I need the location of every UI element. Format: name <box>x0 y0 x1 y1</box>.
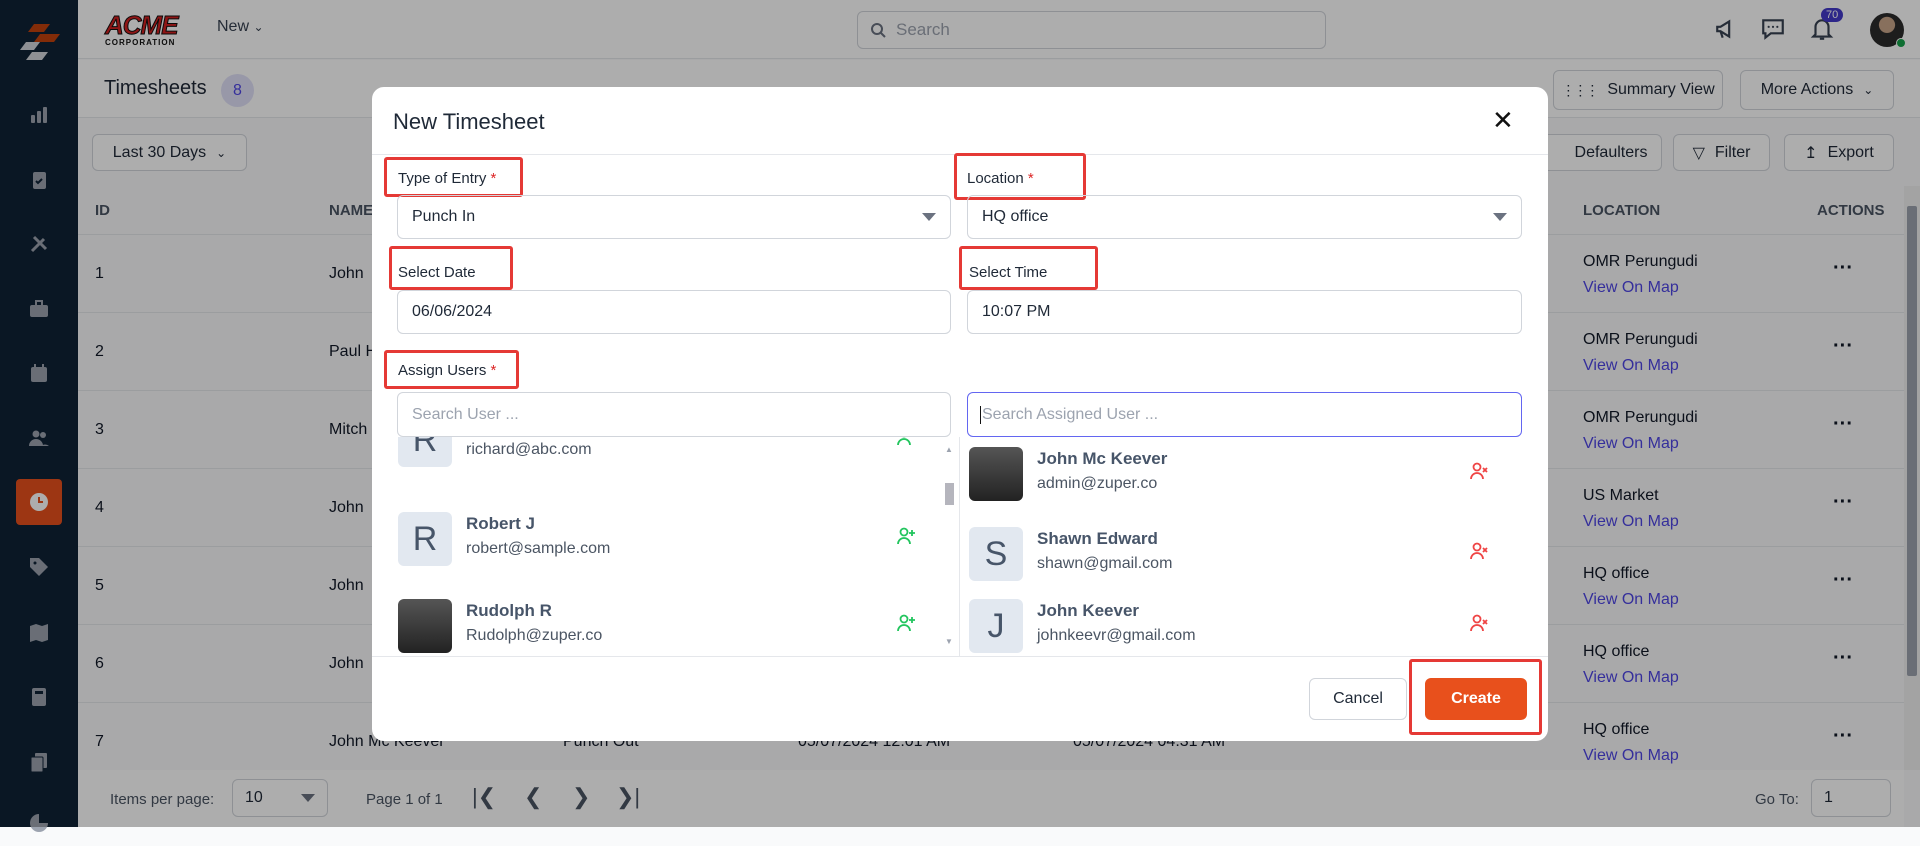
search-user-placeholder: Search User ... <box>412 405 519 423</box>
highlight-box <box>384 350 519 389</box>
text-cursor <box>980 405 981 424</box>
divider <box>372 656 1548 657</box>
time-input[interactable]: 10:07 PM <box>967 290 1522 334</box>
user-avatar: J <box>969 599 1023 653</box>
highlight-box <box>389 246 513 290</box>
highlight-box <box>954 153 1086 200</box>
search-assigned-user-input[interactable]: Search Assigned User ... <box>967 392 1522 437</box>
highlight-box <box>959 246 1098 290</box>
user-avatar <box>969 447 1023 501</box>
available-users-list: RRichard Mathewrichard@abc.comRRobert Jr… <box>398 437 958 656</box>
close-icon[interactable]: ✕ <box>1492 105 1514 136</box>
user-list-item: RRichard Mathewrichard@abc.com <box>398 437 958 473</box>
location-value: HQ office <box>982 208 1049 225</box>
user-name: Robert J <box>466 514 535 533</box>
remove-user-icon[interactable] <box>1469 461 1489 481</box>
user-email: shawn@gmail.com <box>1037 555 1173 572</box>
user-name: John Keever <box>1037 601 1140 620</box>
new-timesheet-dialog: New Timesheet ✕ Type of Entry * Punch In… <box>372 87 1548 741</box>
user-avatar: R <box>398 512 452 566</box>
user-avatar <box>398 599 452 653</box>
search-user-input[interactable]: Search User ... <box>397 392 951 437</box>
add-user-icon[interactable] <box>896 437 916 447</box>
user-list-item: John Mc Keever admin@zuper.co <box>969 447 1529 507</box>
user-email: johnkeevr@gmail.com <box>1037 627 1196 644</box>
user-email: Rudolph@zuper.co <box>466 627 603 644</box>
add-user-icon[interactable] <box>896 613 916 633</box>
search-assigned-placeholder: Search Assigned User ... <box>982 405 1159 423</box>
available-users-scrollbar[interactable]: ▲ ▼ <box>942 437 956 656</box>
add-user-icon[interactable] <box>896 526 916 546</box>
location-select[interactable]: HQ office <box>967 195 1522 239</box>
user-name: Rudolph R <box>466 601 552 620</box>
user-list-item: J John Keever johnkeevr@gmail.com <box>969 599 1529 656</box>
highlight-box <box>1409 659 1542 735</box>
caret-down-icon <box>922 213 936 221</box>
remove-user-icon[interactable] <box>1469 613 1489 633</box>
type-value: Punch In <box>412 208 476 225</box>
caret-down-icon <box>1493 213 1507 221</box>
date-value: 06/06/2024 <box>412 303 493 320</box>
remove-user-icon[interactable] <box>1469 541 1489 561</box>
user-list-item: S Shawn Edward shawn@gmail.com <box>969 527 1529 587</box>
user-name: John Mc Keever <box>1037 449 1168 468</box>
cancel-button[interactable]: Cancel <box>1309 678 1407 720</box>
assigned-users-list: John Mc Keever admin@zuper.co S Shawn Edwar… <box>969 437 1529 656</box>
divider <box>959 437 960 656</box>
user-email: richard@abc.com <box>466 441 592 458</box>
user-email: robert@sample.com <box>466 540 611 557</box>
user-avatar: R <box>398 437 452 467</box>
dialog-title: New Timesheet <box>393 109 545 134</box>
user-avatar: S <box>969 527 1023 581</box>
type-of-entry-select[interactable]: Punch In <box>397 195 951 239</box>
user-email: admin@zuper.co <box>1037 475 1158 492</box>
user-list-item: Rudolph R Rudolph@zuper.co <box>398 599 958 656</box>
highlight-box <box>384 157 523 197</box>
time-value: 10:07 PM <box>982 303 1051 320</box>
user-list-item: R Robert J robert@sample.com <box>398 512 958 572</box>
user-name: Shawn Edward <box>1037 529 1158 548</box>
date-input[interactable]: 06/06/2024 <box>397 290 951 334</box>
